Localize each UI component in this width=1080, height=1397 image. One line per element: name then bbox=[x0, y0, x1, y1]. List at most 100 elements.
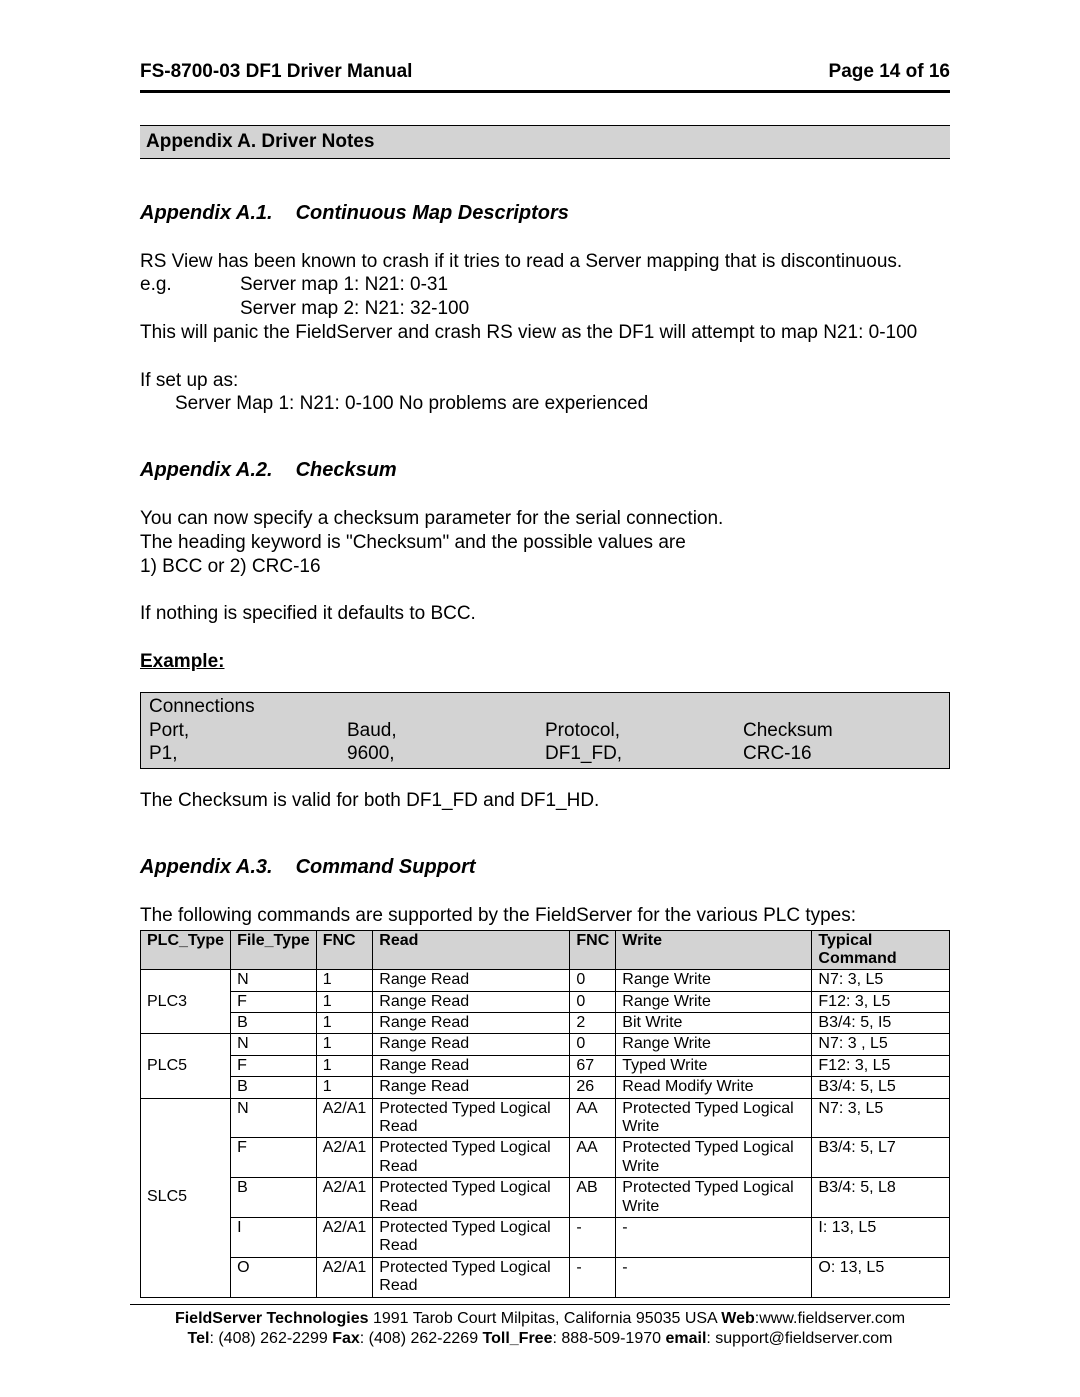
example-row: e.g. Server map 1: N21: 0-31 bbox=[140, 273, 950, 297]
col-plc-type: PLC_Type bbox=[141, 930, 231, 970]
eg-value: Server map 2: N21: 32-100 bbox=[240, 297, 469, 321]
cell-plc-type bbox=[141, 1257, 231, 1297]
cell-write: Range Write bbox=[616, 1034, 812, 1055]
table-row: B1Range Read26Read Modify WriteB3/4: 5, … bbox=[141, 1077, 950, 1098]
col-write: Write bbox=[616, 930, 812, 970]
col-fnc-write: FNC bbox=[570, 930, 616, 970]
cell-typical: F12: 3, L5 bbox=[812, 1055, 950, 1076]
appendix-title: Continuous Map Descriptors bbox=[296, 202, 569, 224]
cell-typical: I: 13, L5 bbox=[812, 1217, 950, 1257]
cell-write: Bit Write bbox=[616, 1013, 812, 1034]
body-text: If nothing is specified it defaults to B… bbox=[140, 602, 950, 626]
header-title: FS-8700-03 DF1 Driver Manual bbox=[140, 60, 412, 84]
table-row: N1Range Read0Range WriteN7: 3, L5 bbox=[141, 970, 950, 991]
table-row: Port, Baud, Protocol, Checksum bbox=[149, 719, 941, 743]
appendix-a-heading: Appendix A. Driver Notes bbox=[140, 125, 950, 159]
cell-write: - bbox=[616, 1257, 812, 1297]
appendix-number: Appendix A.1. bbox=[140, 201, 290, 226]
appendix-a2-heading: Appendix A.2. Checksum bbox=[140, 458, 950, 483]
page-footer: FieldServer Technologies 1991 Tarob Cour… bbox=[130, 1304, 950, 1349]
footer-address: 1991 Tarob Court Milpitas, California 95… bbox=[369, 1310, 722, 1327]
cell-fnc-2: AA bbox=[570, 1098, 616, 1138]
command-support-table: PLC_Type File_Type FNC Read FNC Write Ty… bbox=[140, 930, 950, 1298]
example-row: Server map 2: N21: 32-100 bbox=[140, 297, 950, 321]
page-header: FS-8700-03 DF1 Driver Manual Page 14 of … bbox=[140, 60, 950, 84]
document-page: FS-8700-03 DF1 Driver Manual Page 14 of … bbox=[0, 0, 1080, 1397]
cell-read: Protected Typed Logical Read bbox=[373, 1257, 570, 1297]
footer-company: FieldServer Technologies bbox=[175, 1310, 369, 1327]
cell-typical: O: 13, L5 bbox=[812, 1257, 950, 1297]
cell-file-type: B bbox=[231, 1013, 317, 1034]
cell-typical: F12: 3, L5 bbox=[812, 991, 950, 1012]
val-protocol: DF1_FD, bbox=[545, 742, 743, 766]
cell-fnc-2: - bbox=[570, 1257, 616, 1297]
cell-write: Protected Typed Logical Write bbox=[616, 1178, 812, 1218]
footer-web-label: Web bbox=[721, 1310, 754, 1327]
cell-plc-type bbox=[141, 1077, 231, 1098]
eg-label: e.g. bbox=[140, 273, 240, 297]
cell-fnc-2: - bbox=[570, 1217, 616, 1257]
cell-plc-type bbox=[141, 1098, 231, 1138]
table-row: PLC5F1Range Read67Typed WriteF12: 3, L5 bbox=[141, 1055, 950, 1076]
cell-plc-type bbox=[141, 970, 231, 991]
cell-read: Protected Typed Logical Read bbox=[373, 1138, 570, 1178]
table-row: B1Range Read2Bit WriteB3/4: 5, I5 bbox=[141, 1013, 950, 1034]
body-text: You can now specify a checksum parameter… bbox=[140, 507, 950, 531]
appendix-title: Checksum bbox=[296, 459, 397, 481]
table-row: N1Range Read0Range WriteN7: 3 , L5 bbox=[141, 1034, 950, 1055]
cell-file-type: B bbox=[231, 1077, 317, 1098]
cell-fnc-1: A2/A1 bbox=[316, 1217, 373, 1257]
col-checksum: Checksum bbox=[743, 719, 941, 743]
cell-fnc-1: 1 bbox=[316, 970, 373, 991]
cell-write: - bbox=[616, 1217, 812, 1257]
cell-plc-type bbox=[141, 1013, 231, 1034]
col-fnc-read: FNC bbox=[316, 930, 373, 970]
body-text: The following commands are supported by … bbox=[140, 904, 950, 928]
footer-web: :www.fieldserver.com bbox=[755, 1310, 905, 1327]
cell-write: Typed Write bbox=[616, 1055, 812, 1076]
cell-write: Protected Typed Logical Write bbox=[616, 1098, 812, 1138]
cell-file-type: I bbox=[231, 1217, 317, 1257]
cell-typical: B3/4: 5, L8 bbox=[812, 1178, 950, 1218]
cell-write: Protected Typed Logical Write bbox=[616, 1138, 812, 1178]
cell-read: Protected Typed Logical Read bbox=[373, 1098, 570, 1138]
footer-tollfree-label: Toll_Free bbox=[483, 1330, 553, 1347]
col-port: Port, bbox=[149, 719, 347, 743]
footer-tel: : (408) 262-2299 bbox=[209, 1330, 332, 1347]
cell-plc-type bbox=[141, 1138, 231, 1178]
cell-read: Range Read bbox=[373, 970, 570, 991]
cell-file-type: B bbox=[231, 1178, 317, 1218]
cell-fnc-1: 1 bbox=[316, 1013, 373, 1034]
cell-plc-type: SLC5 bbox=[141, 1178, 231, 1218]
cell-read: Range Read bbox=[373, 1055, 570, 1076]
example-label: Example: bbox=[140, 650, 950, 674]
table-row: OA2/A1Protected Typed Logical Read--O: 1… bbox=[141, 1257, 950, 1297]
appendix-a3-heading: Appendix A.3. Command Support bbox=[140, 855, 950, 880]
cell-write: Read Modify Write bbox=[616, 1077, 812, 1098]
table-row: P1, 9600, DF1_FD, CRC-16 bbox=[149, 742, 941, 766]
cell-read: Range Read bbox=[373, 991, 570, 1012]
table-row: PLC3F1Range Read0Range WriteF12: 3, L5 bbox=[141, 991, 950, 1012]
body-text: The Checksum is valid for both DF1_FD an… bbox=[140, 789, 950, 813]
cell-fnc-2: AA bbox=[570, 1138, 616, 1178]
cell-fnc-1: 1 bbox=[316, 1055, 373, 1076]
header-rule bbox=[140, 90, 950, 93]
val-port: P1, bbox=[149, 742, 347, 766]
cell-file-type: F bbox=[231, 1138, 317, 1178]
cell-write: Range Write bbox=[616, 991, 812, 1012]
cell-read: Range Read bbox=[373, 1013, 570, 1034]
table-row: FA2/A1Protected Typed Logical ReadAAProt… bbox=[141, 1138, 950, 1178]
cell-fnc-1: 1 bbox=[316, 991, 373, 1012]
cell-read: Protected Typed Logical Read bbox=[373, 1178, 570, 1218]
footer-email-label: email bbox=[665, 1330, 706, 1347]
cell-typical: N7: 3 , L5 bbox=[812, 1034, 950, 1055]
body-text: This will panic the FieldServer and cras… bbox=[140, 321, 950, 345]
appendix-a1-heading: Appendix A.1. Continuous Map Descriptors bbox=[140, 201, 950, 226]
cell-fnc-1: A2/A1 bbox=[316, 1098, 373, 1138]
cell-typical: N7: 3, L5 bbox=[812, 1098, 950, 1138]
cell-file-type: F bbox=[231, 1055, 317, 1076]
cell-fnc-2: 0 bbox=[570, 970, 616, 991]
cell-fnc-2: 0 bbox=[570, 1034, 616, 1055]
cell-file-type: O bbox=[231, 1257, 317, 1297]
body-text: 1) BCC or 2) CRC-16 bbox=[140, 555, 950, 579]
